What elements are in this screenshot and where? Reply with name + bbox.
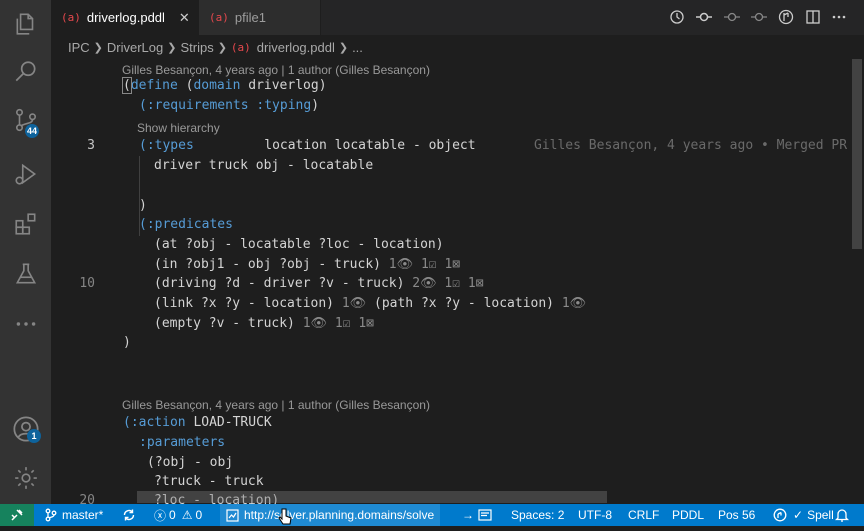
error-count: 0	[169, 508, 176, 522]
breadcrumb-item-file[interactable]: driverlog.pddl	[257, 40, 335, 55]
line-number: 3	[87, 138, 95, 153]
usage-hint: 1👁	[334, 296, 374, 311]
git-branch[interactable]: master*	[45, 504, 103, 526]
planner-url[interactable]: http://solver.planning.domains/solve	[220, 504, 441, 526]
code-line: (empty ?v - truck) 1👁 1☑ 1⊠	[154, 316, 375, 331]
code-line: (?obj - obj	[147, 455, 234, 470]
git-commit-icon[interactable]	[693, 7, 715, 27]
remote-icon	[11, 509, 23, 521]
usage-hint: 1👁 1☑ 1⊠	[380, 257, 461, 272]
code-line: (:requirements :typing)	[139, 98, 320, 113]
chevron-right-icon: ❯	[338, 41, 349, 54]
breadcrumb: IPC ❯ DriverLog ❯ Strips ❯ (a) driverlog…	[51, 35, 864, 59]
mouse-cursor-icon	[278, 508, 292, 526]
indentation[interactable]: Spaces: 2	[511, 504, 564, 526]
blame-annotation: Gilles Besançon, 4 years ago • Merged PR	[534, 138, 848, 153]
spell-check[interactable]: ✓ Spell	[793, 504, 834, 526]
tab-driverlog[interactable]: (a) driverlog.pddl ✕	[51, 0, 199, 35]
code-line: ?truck - truck	[154, 474, 264, 489]
usage-hint: 1👁	[554, 296, 587, 311]
more-actions-icon[interactable]	[828, 7, 850, 27]
cursor-position[interactable]: Pos 56	[718, 504, 755, 526]
testing-icon[interactable]	[0, 250, 51, 298]
code-line: (at ?obj - locatable ?loc - location)	[154, 237, 444, 252]
explorer-icon[interactable]	[0, 0, 51, 48]
code-line: (in ?obj1 - obj ?obj - truck) 1👁 1☑ 1⊠	[154, 257, 461, 272]
code-line: (define (domain driverlog)	[122, 77, 327, 94]
run-debug-icon[interactable]	[0, 150, 51, 198]
spell-label: Spell	[807, 508, 834, 522]
accounts-badge: 1	[27, 429, 41, 443]
code-line: )	[123, 335, 131, 350]
branch-icon	[45, 508, 57, 522]
arrow-right-icon: →	[462, 508, 474, 522]
chevron-right-icon: ❯	[93, 41, 103, 54]
chevron-right-icon: ❯	[167, 41, 177, 54]
encoding[interactable]: UTF-8	[578, 504, 612, 526]
breadcrumb-item-ipc[interactable]: IPC	[68, 40, 90, 55]
activity-bar: 44 1	[0, 0, 51, 504]
problems-indicator[interactable]: ⓧ 0 ⚠ 0	[154, 504, 202, 526]
code-line: driver truck obj - locatable	[154, 158, 374, 173]
horizontal-scrollbar[interactable]	[137, 491, 607, 503]
split-editor-icon[interactable]	[802, 7, 824, 27]
sync-icon[interactable]	[122, 504, 136, 526]
remote-indicator[interactable]	[0, 504, 34, 526]
error-icon: ⓧ	[154, 508, 167, 523]
line-ending[interactable]: CRLF	[628, 504, 659, 526]
codelens-blame[interactable]: Gilles Besançon, 4 years ago | 1 author …	[122, 398, 430, 412]
previous-change-icon[interactable]	[721, 7, 743, 27]
vertical-scrollbar[interactable]	[850, 59, 864, 504]
source-control-icon[interactable]: 44	[0, 96, 51, 144]
usage-hint: 2👁 1☑ 1⊠	[404, 276, 484, 291]
pddl-file-icon: (a)	[230, 40, 251, 54]
usage-hint: 1👁 1☑ 1⊠	[294, 316, 375, 331]
output-icon	[478, 509, 492, 521]
language-mode[interactable]: PDDL	[672, 504, 704, 526]
close-icon[interactable]: ✕	[179, 10, 190, 26]
next-change-icon[interactable]	[748, 7, 770, 27]
pddl-file-icon: (a)	[61, 11, 81, 24]
tab-label: pfile1	[234, 10, 266, 25]
tab-pfile1[interactable]: (a) pfile1	[199, 0, 321, 35]
code-line: (:action LOAD-TRUCK	[123, 415, 272, 430]
editor-tab-bar: (a) driverlog.pddl ✕ (a) pfile1	[51, 0, 864, 35]
line-number: 20	[79, 493, 95, 504]
branch-name: master*	[62, 508, 104, 522]
planner-icon	[226, 508, 239, 522]
tab-label: driverlog.pddl	[86, 10, 165, 25]
code-line: (driving ?d - driver ?v - truck) 2👁 1☑ 1…	[154, 276, 484, 291]
code-line: (:types location locatable - object	[139, 138, 476, 153]
scm-badge: 44	[25, 124, 40, 138]
breadcrumb-more[interactable]: ...	[352, 40, 363, 55]
code-line: :parameters	[139, 435, 226, 450]
compare-changes-icon[interactable]	[775, 7, 797, 27]
search-icon[interactable]	[0, 48, 51, 96]
check-icon: ✓	[793, 508, 804, 522]
code-line: (:predicates	[139, 217, 233, 232]
feedback-icon[interactable]	[773, 504, 787, 526]
output-toggle[interactable]: →	[462, 504, 492, 526]
code-line: )	[139, 198, 147, 213]
planner-url-text: http://solver.planning.domains/solve	[244, 508, 435, 522]
warning-count: 0	[195, 508, 203, 522]
pddl-file-icon: (a)	[209, 11, 229, 24]
line-number: 10	[79, 276, 95, 291]
timeline-icon[interactable]	[666, 7, 688, 27]
chevron-right-icon: ❯	[217, 41, 227, 54]
status-bar: master* ⓧ 0 ⚠ 0 http://solver.planning.d…	[0, 504, 864, 526]
code-line: (link ?x ?y - location) 1👁 (path ?x ?y -…	[154, 296, 587, 311]
code-editor[interactable]: Gilles Besançon, 4 years ago | 1 author …	[51, 59, 864, 504]
extensions-icon[interactable]	[0, 200, 51, 248]
breadcrumb-item-driverlog[interactable]: DriverLog	[107, 40, 163, 55]
scrollbar-thumb[interactable]	[852, 59, 862, 249]
warning-icon: ⚠	[181, 508, 193, 522]
settings-gear-icon[interactable]	[0, 454, 51, 502]
more-icon[interactable]	[0, 300, 51, 348]
show-hierarchy-link[interactable]: Show hierarchy	[137, 121, 220, 135]
notifications-bell-icon[interactable]	[835, 504, 849, 526]
accounts-icon[interactable]: 1	[0, 405, 51, 453]
breadcrumb-item-strips[interactable]: Strips	[180, 40, 213, 55]
codelens-blame[interactable]: Gilles Besançon, 4 years ago | 1 author …	[122, 63, 430, 77]
